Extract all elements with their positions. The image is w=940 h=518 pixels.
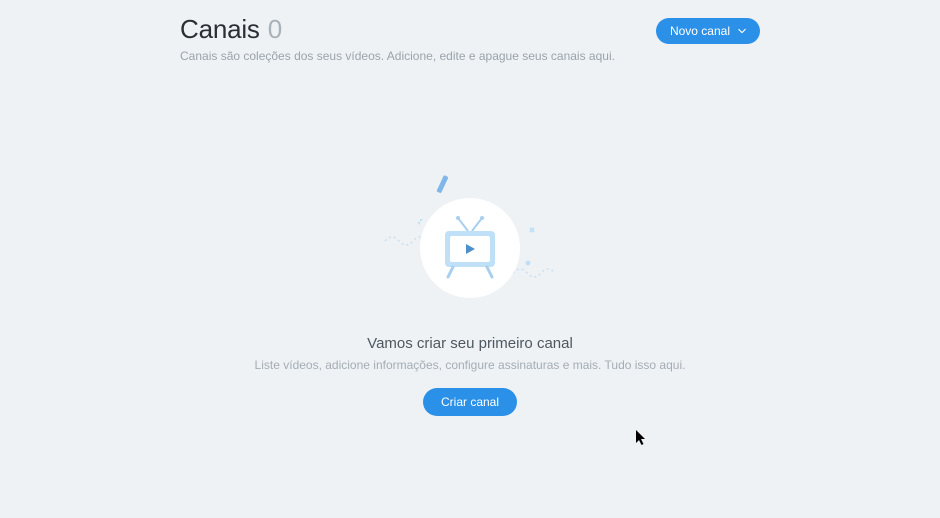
channel-count: 0: [268, 14, 282, 45]
create-channel-button[interactable]: Criar canal: [423, 388, 517, 416]
page-header: Canais 0 Canais são coleções dos seus ví…: [180, 14, 760, 63]
empty-state-title: Vamos criar seu primeiro canal: [367, 335, 573, 352]
empty-illustration: [380, 173, 560, 323]
new-channel-button[interactable]: Novo canal: [656, 18, 760, 44]
new-channel-label: Novo canal: [670, 24, 730, 38]
empty-state: Vamos criar seu primeiro canal Liste víd…: [180, 173, 760, 416]
page-subtitle: Canais são coleções dos seus vídeos. Adi…: [180, 49, 615, 63]
page-title: Canais: [180, 14, 260, 45]
create-channel-label: Criar canal: [441, 395, 499, 409]
tv-icon: [380, 173, 560, 323]
empty-state-description: Liste vídeos, adicione informações, conf…: [255, 358, 686, 372]
chevron-down-icon: [738, 27, 746, 35]
